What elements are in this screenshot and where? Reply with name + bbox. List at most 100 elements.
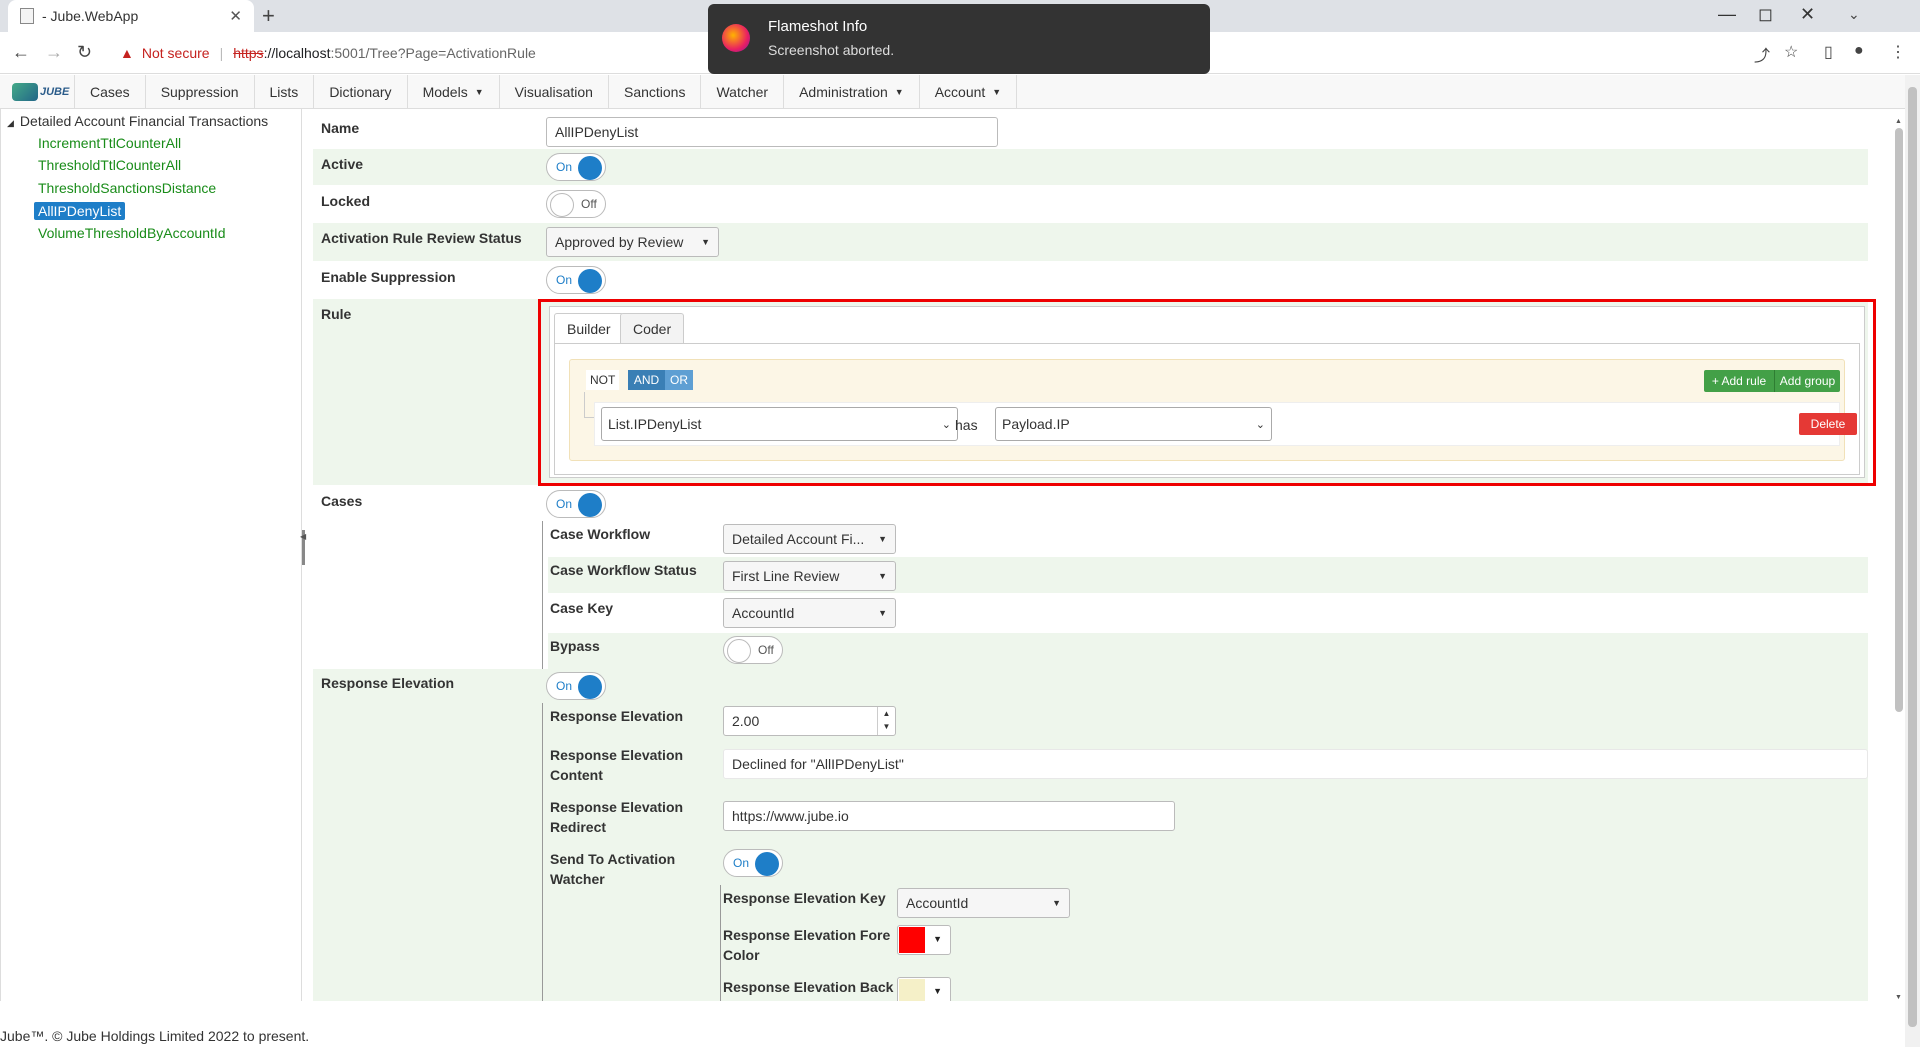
- response-content-input[interactable]: Declined for "AllIPDenyList": [723, 749, 1868, 779]
- sidepanel-icon[interactable]: ▯: [1824, 42, 1833, 62]
- menu-watcher[interactable]: Watcher: [701, 75, 785, 109]
- menu-account[interactable]: Account ▼: [920, 75, 1018, 109]
- form-scrollbar[interactable]: ▲ ▼: [1893, 118, 1905, 1001]
- rule-value-select[interactable]: Payload.IP ⌄: [995, 407, 1272, 441]
- tree-item[interactable]: IncrementTtlCounterAll: [38, 135, 181, 151]
- response-key-label: Response Elevation Key: [723, 890, 886, 906]
- response-elevation-input[interactable]: 2.00 ▲ ▼: [723, 706, 896, 736]
- scroll-up-icon[interactable]: ▲: [1895, 118, 1902, 125]
- response-elevation-toggle[interactable]: On: [546, 672, 606, 700]
- minimize-icon[interactable]: —: [1718, 4, 1736, 25]
- profile-icon[interactable]: ●: [1854, 42, 1864, 60]
- menu-visualisation[interactable]: Visualisation: [500, 75, 609, 109]
- menu-account-label: Account: [934, 84, 986, 100]
- menu-sanctions[interactable]: Sanctions: [609, 75, 702, 109]
- back-color-picker[interactable]: ▼: [897, 977, 951, 1001]
- scroll-down-icon[interactable]: ▼: [1895, 994, 1902, 1001]
- cases-label: Cases: [321, 493, 363, 509]
- warning-icon: ▲: [120, 45, 134, 61]
- or-button[interactable]: OR: [665, 370, 693, 390]
- rule-item: List.IPDenyList ⌄ has Payload.IP ⌄ Delete: [594, 402, 1857, 446]
- tree-pane: ◢ Detailed Account Financial Transactions…: [0, 109, 302, 1001]
- add-group-button[interactable]: Add group: [1774, 370, 1840, 392]
- menu-administration-label: Administration: [799, 84, 888, 100]
- bypass-toggle[interactable]: Off: [723, 636, 783, 664]
- new-tab-button[interactable]: +: [262, 3, 275, 29]
- tab-search-icon[interactable]: ⌄: [1848, 6, 1860, 23]
- menu-cases-label: Cases: [90, 84, 130, 100]
- not-secure-label: Not secure: [141, 45, 210, 61]
- fore-color-picker[interactable]: ▼: [897, 925, 951, 955]
- footer-copyright: Jube™. © Jube Holdings Limited 2022 to p…: [0, 1028, 310, 1044]
- menu-dictionary[interactable]: Dictionary: [314, 75, 408, 109]
- dropdown-arrow-icon: ▼: [878, 534, 887, 544]
- menu-lists[interactable]: Lists: [255, 75, 315, 109]
- response-elevation-value: 2.00: [732, 713, 760, 729]
- number-spinner-icon[interactable]: ▲ ▼: [877, 707, 895, 735]
- tree-root[interactable]: ◢ Detailed Account Financial Transactions: [7, 113, 268, 129]
- send-watcher-label: Send To Activation Watcher: [550, 851, 676, 887]
- fore-color-label: Response Elevation Fore Color: [723, 927, 891, 963]
- menu-lists-label: Lists: [269, 84, 299, 100]
- forward-icon[interactable]: →: [45, 42, 63, 63]
- browser-menu-icon[interactable]: ⋮: [1890, 42, 1906, 62]
- tree-item[interactable]: ThresholdSanctionsDistance: [38, 180, 216, 196]
- rule-field-select[interactable]: List.IPDenyList ⌄: [601, 407, 958, 441]
- reload-icon[interactable]: ↻: [77, 42, 92, 63]
- tab-coder[interactable]: Coder: [620, 313, 685, 343]
- page-scrollbar-thumb[interactable]: [1908, 87, 1917, 1027]
- case-key-value: AccountId: [732, 605, 795, 621]
- toggle-text: On: [556, 160, 573, 174]
- add-rule-button[interactable]: + Add rule: [1704, 370, 1774, 392]
- toggle-text: On: [556, 679, 573, 693]
- send-watcher-toggle[interactable]: On: [723, 849, 783, 877]
- case-workflow-status-select[interactable]: First Line Review ▼: [723, 561, 896, 591]
- menu-cases[interactable]: Cases: [75, 75, 146, 109]
- review-status-select[interactable]: Approved by Review ▼: [546, 227, 719, 257]
- response-key-select[interactable]: AccountId ▼: [897, 888, 1070, 918]
- active-toggle[interactable]: On: [546, 153, 606, 181]
- menu-models[interactable]: Models ▼: [408, 75, 500, 109]
- close-tab-icon[interactable]: ✕: [229, 7, 242, 25]
- maximize-icon[interactable]: ◻: [1758, 4, 1773, 25]
- menu-administration[interactable]: Administration ▼: [784, 75, 920, 109]
- menu-suppression[interactable]: Suppression: [146, 75, 255, 109]
- scrollbar-thumb[interactable]: [1895, 128, 1903, 712]
- toggle-knob: [578, 493, 602, 517]
- browser-tab[interactable]: - Jube.WebApp ✕: [8, 0, 254, 32]
- close-window-icon[interactable]: ✕: [1800, 4, 1815, 25]
- share-icon[interactable]: ⤴: [1754, 42, 1770, 66]
- collapse-triangle-icon[interactable]: ◢: [7, 118, 14, 128]
- case-key-select[interactable]: AccountId ▼: [723, 598, 896, 628]
- bookmark-star-icon[interactable]: ☆: [1784, 42, 1798, 62]
- case-workflow-select[interactable]: Detailed Account Fi... ▼: [723, 524, 896, 554]
- tree-item-selected[interactable]: AllIPDenyList: [34, 202, 126, 220]
- locked-toggle[interactable]: Off: [546, 190, 606, 218]
- toggle-knob: [578, 269, 602, 293]
- response-redirect-input[interactable]: https://www.jube.io: [723, 801, 1175, 831]
- toggle-text: Off: [758, 643, 774, 657]
- page-scrollbar[interactable]: [1905, 75, 1920, 1047]
- suppression-toggle[interactable]: On: [546, 266, 606, 294]
- cases-toggle[interactable]: On: [546, 490, 606, 518]
- jube-logo[interactable]: JUBE: [0, 75, 75, 109]
- back-icon[interactable]: ←: [12, 42, 30, 63]
- back-color-swatch: [899, 979, 925, 1001]
- response-elevation-section-label: Response Elevation: [321, 675, 455, 691]
- not-button[interactable]: NOT: [586, 370, 620, 390]
- tree-item[interactable]: ThresholdTtlCounterAll: [38, 157, 181, 173]
- delete-rule-button[interactable]: Delete: [1799, 413, 1857, 435]
- name-input[interactable]: AllIPDenyList: [546, 117, 998, 147]
- fore-color-row: Response Elevation Fore Color ▼: [723, 923, 1868, 973]
- case-workflow-status-label: Case Workflow Status: [550, 562, 697, 578]
- page-icon: [20, 8, 34, 24]
- and-button[interactable]: AND: [628, 370, 665, 390]
- dropdown-arrow-icon: ▼: [474, 87, 484, 97]
- toggle-text: Off: [581, 197, 597, 211]
- toggle-knob: [550, 193, 574, 217]
- tree-item[interactable]: VolumeThresholdByAccountId: [38, 225, 226, 241]
- review-status-value: Approved by Review: [555, 234, 684, 250]
- locked-label: Locked: [321, 193, 371, 209]
- toggle-text: On: [733, 856, 750, 870]
- tab-builder[interactable]: Builder: [554, 313, 624, 344]
